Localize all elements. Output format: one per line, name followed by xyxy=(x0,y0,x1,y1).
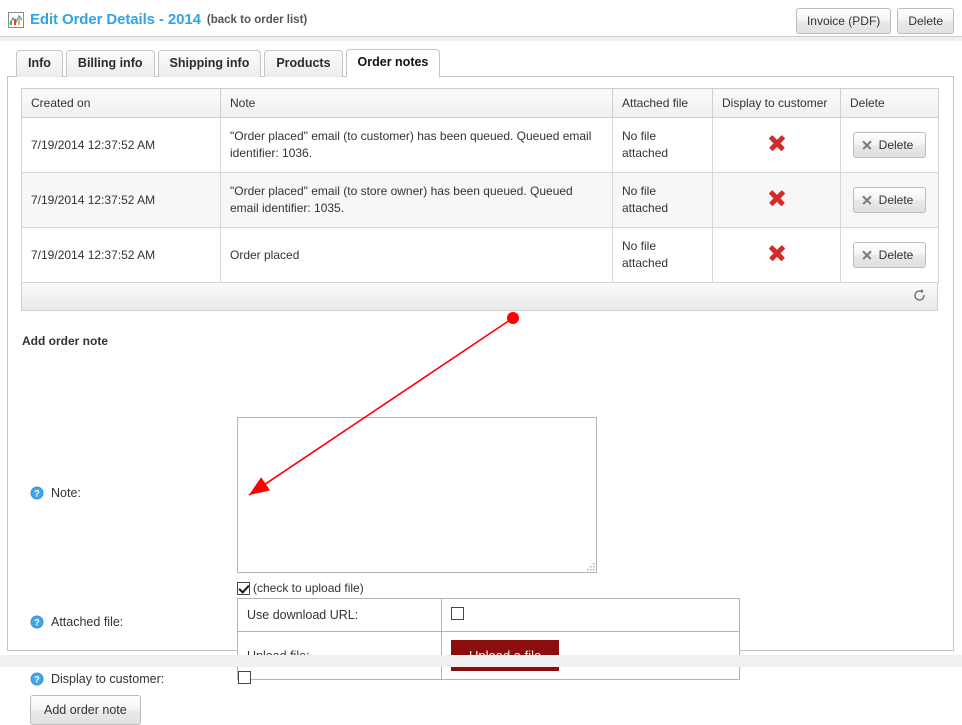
cell-note: "Order placed" email (to customer) has b… xyxy=(220,117,613,173)
cell-note: Order placed xyxy=(220,227,613,283)
column-attached-file: Attached file xyxy=(612,88,713,118)
tab-bar: Info Billing info Shipping info Products… xyxy=(7,48,954,77)
refresh-icon[interactable] xyxy=(912,288,927,303)
header-actions: Invoice (PDF) Delete xyxy=(795,8,954,34)
note-input[interactable] xyxy=(237,417,597,573)
tab-shipping-info[interactable]: Shipping info xyxy=(157,50,262,77)
note-label-text: Note: xyxy=(51,486,81,500)
display-to-customer-label-text: Display to customer: xyxy=(51,672,165,686)
cell-attached-file: No file attached xyxy=(612,227,713,283)
page-footer-strip xyxy=(0,655,962,667)
x-mark-icon xyxy=(769,190,784,205)
add-order-note-heading: Add order note xyxy=(22,334,108,348)
delete-note-label: Delete xyxy=(878,193,914,207)
close-icon xyxy=(863,251,872,260)
cell-delete: Delete xyxy=(840,227,939,283)
upload-file-checkbox[interactable] xyxy=(237,581,250,595)
svg-text:?: ? xyxy=(34,489,40,499)
use-download-url-cell xyxy=(441,598,740,632)
cell-attached-file: No file attached xyxy=(612,117,713,173)
cell-created-on: 7/19/2014 12:37:52 AM xyxy=(21,172,221,228)
order-notes-grid: Created on Note Attached file Display to… xyxy=(21,88,939,311)
cell-display-to-customer xyxy=(712,172,841,228)
cell-display-to-customer xyxy=(712,117,841,173)
add-order-note-submit-button[interactable]: Add order note xyxy=(30,695,141,725)
grid-footer xyxy=(21,283,938,311)
column-delete: Delete xyxy=(840,88,939,118)
x-mark-icon xyxy=(769,245,784,260)
upload-file-check-row: (check to upload file) xyxy=(237,581,364,595)
header-divider-shadow xyxy=(0,37,962,41)
delete-note-label: Delete xyxy=(878,248,914,262)
help-icon[interactable]: ? xyxy=(30,615,44,629)
attached-file-field-label: ? Attached file: xyxy=(30,615,123,629)
close-icon xyxy=(863,141,872,150)
use-download-url-checkbox[interactable] xyxy=(451,607,464,620)
cell-delete: Delete xyxy=(840,117,939,173)
column-display-to-customer: Display to customer xyxy=(712,88,841,118)
page-title: Edit Order Details - 2014 xyxy=(30,11,201,28)
attached-file-label-text: Attached file: xyxy=(51,615,124,629)
title-row: Edit Order Details - 2014 (back to order… xyxy=(8,11,307,28)
table-row: 7/19/2014 12:37:52 AM "Order placed" ema… xyxy=(21,117,939,173)
tab-products[interactable]: Products xyxy=(264,50,343,77)
delete-note-button[interactable]: Delete xyxy=(852,187,927,213)
tab-order-notes[interactable]: Order notes xyxy=(345,49,441,77)
upload-options-table: Use download URL: Upload file: Upload a … xyxy=(237,598,740,680)
cell-created-on: 7/19/2014 12:37:52 AM xyxy=(21,227,221,283)
use-download-url-row: Use download URL: xyxy=(237,598,740,632)
cell-created-on: 7/19/2014 12:37:52 AM xyxy=(21,117,221,173)
order-notes-panel: Created on Note Attached file Display to… xyxy=(7,77,954,725)
close-icon xyxy=(863,196,872,205)
note-field-label: ? Note: xyxy=(30,486,81,500)
cell-display-to-customer xyxy=(712,227,841,283)
delete-note-label: Delete xyxy=(878,138,914,152)
svg-text:?: ? xyxy=(34,675,40,685)
use-download-url-label: Use download URL: xyxy=(237,598,442,632)
cell-attached-file: No file attached xyxy=(612,172,713,228)
table-row: 7/19/2014 12:37:52 AM "Order placed" ema… xyxy=(21,172,939,228)
back-to-order-list-link[interactable]: (back to order list) xyxy=(207,14,307,26)
tab-billing-info[interactable]: Billing info xyxy=(65,50,155,77)
x-mark-icon xyxy=(769,135,784,150)
order-notes-table: Created on Note Attached file Display to… xyxy=(21,88,939,283)
delete-note-button[interactable]: Delete xyxy=(852,132,927,158)
tab-info[interactable]: Info xyxy=(16,50,63,77)
order-panel: Info Billing info Shipping info Products… xyxy=(7,48,954,725)
table-row: 7/19/2014 12:37:52 AM Order placed No fi… xyxy=(21,227,939,283)
upload-file-checkbox-label: (check to upload file) xyxy=(253,581,364,595)
help-icon[interactable]: ? xyxy=(30,672,44,686)
column-created-on: Created on xyxy=(21,88,221,118)
page-header: Edit Order Details - 2014 (back to order… xyxy=(0,0,962,41)
svg-text:?: ? xyxy=(34,618,40,628)
delete-note-button[interactable]: Delete xyxy=(852,242,927,268)
delete-order-button[interactable]: Delete xyxy=(897,8,954,34)
chart-icon xyxy=(8,11,24,28)
cell-note: "Order placed" email (to store owner) ha… xyxy=(220,172,613,228)
table-header-row: Created on Note Attached file Display to… xyxy=(21,88,939,118)
column-note: Note xyxy=(220,88,613,118)
invoice-pdf-button[interactable]: Invoice (PDF) xyxy=(795,8,892,34)
display-to-customer-field-label: ? Display to customer: xyxy=(30,672,164,686)
display-to-customer-checkbox[interactable] xyxy=(238,671,251,684)
cell-delete: Delete xyxy=(840,172,939,228)
help-icon[interactable]: ? xyxy=(30,486,44,500)
